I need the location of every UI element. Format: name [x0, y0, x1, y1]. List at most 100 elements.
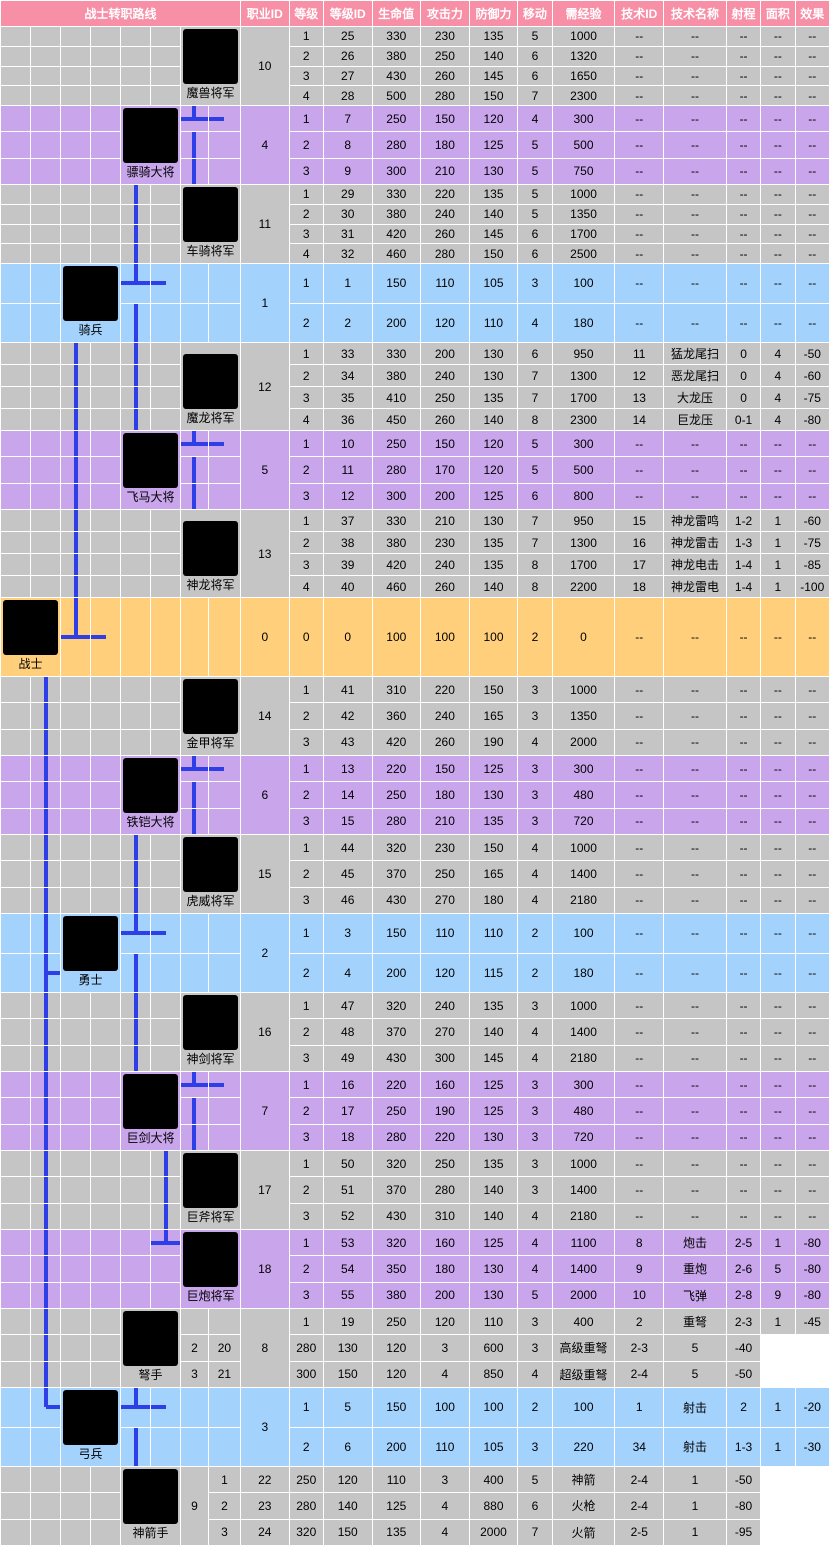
cell-ar: -- [761, 457, 794, 482]
cell-lv: 2 [290, 532, 323, 553]
cell-atk: 260 [421, 67, 469, 86]
cell-def: 135 [373, 1520, 421, 1545]
connector [1, 730, 30, 755]
connector [61, 1309, 90, 1334]
cell-rg: 1-4 [727, 576, 760, 597]
cell-mv: 4 [518, 304, 551, 343]
cell-tid: -- [615, 703, 663, 728]
cell-tid: -- [615, 106, 663, 131]
cell-ar: -- [761, 1098, 794, 1123]
cell-lv: 4 [290, 86, 323, 105]
cell-tn: 重炮 [664, 1256, 726, 1281]
cell-lv: 2 [290, 782, 323, 807]
cell-tn: -- [664, 67, 726, 86]
connector [209, 1072, 240, 1097]
cell-rg: 2-3 [615, 1335, 663, 1360]
connector [91, 225, 120, 244]
cell-ar: -- [761, 225, 794, 244]
cell-mv: 7 [518, 86, 551, 105]
cell-rg: -- [727, 205, 760, 224]
connector [181, 304, 208, 343]
cell-tid: 5 [518, 1467, 551, 1492]
unit-cell: 巨斧将军 [181, 1151, 240, 1229]
connector [91, 1072, 120, 1097]
connector [31, 409, 60, 430]
unit-icon [183, 1153, 238, 1208]
cell-mv: 3 [421, 1467, 469, 1492]
cell-tn: 火箭 [553, 1520, 615, 1545]
cell-lid: 40 [324, 576, 372, 597]
connector [1, 1362, 30, 1387]
cell-tid: -- [615, 782, 663, 807]
connector [151, 1204, 180, 1229]
cell-lv: 2 [290, 1177, 323, 1202]
data-row: 42850028015072300---------- [1, 86, 829, 105]
cell-lv: 1 [290, 510, 323, 531]
cell-lv: 3 [290, 159, 323, 184]
cell-lid: 45 [324, 861, 372, 886]
cell-def: 135 [470, 185, 518, 204]
unit-name: 神剑将军 [183, 1050, 238, 1067]
connector [121, 730, 150, 755]
connector [181, 809, 208, 834]
connector [31, 1467, 60, 1492]
connector [61, 387, 90, 408]
cell-def: 135 [470, 1151, 518, 1176]
connector [61, 185, 90, 204]
cell-tid: -- [615, 1151, 663, 1176]
cell-ar: -- [761, 185, 794, 204]
cell-tn: -- [664, 1125, 726, 1150]
connector [31, 576, 60, 597]
connector [181, 1388, 208, 1427]
cell-ef: -80 [796, 1256, 829, 1281]
cell-ar: -- [761, 27, 794, 46]
data-row: 金甲将军1414131022015031000---------- [1, 677, 829, 702]
cell-ef: -- [796, 205, 829, 224]
unit-name: 勇士 [63, 971, 118, 988]
connector [151, 1177, 180, 1202]
cell-mv: 3 [518, 1125, 551, 1150]
cell-def: 135 [470, 27, 518, 46]
connector [121, 67, 150, 86]
cell-lid: 2 [324, 304, 372, 343]
cell-exp: 300 [553, 756, 615, 781]
connector [1, 782, 30, 807]
cell-mv: 3 [518, 1177, 551, 1202]
connector [1, 1520, 30, 1545]
cell-ar: -- [761, 1204, 794, 1229]
cell-ef: -- [796, 1125, 829, 1150]
connector [31, 756, 60, 781]
connector [1, 264, 30, 303]
cell-tn: -- [664, 484, 726, 509]
connector [91, 159, 120, 184]
cell-ar: -- [761, 244, 794, 263]
cell-hp: 420 [373, 554, 421, 575]
connector [91, 1493, 120, 1518]
cell-mv: 8 [518, 576, 551, 597]
cell-hp: 430 [373, 1046, 421, 1071]
cell-ef: -40 [727, 1335, 760, 1360]
cell-ef: -- [796, 730, 829, 755]
cell-lid: 28 [324, 86, 372, 105]
cell-atk: 120 [421, 1309, 469, 1334]
data-row: 3394202401358170017神龙电击1-41-85 [1, 554, 829, 575]
cell-tn: -- [664, 1204, 726, 1229]
connector [151, 67, 180, 86]
connector [91, 1204, 120, 1229]
connector [1, 888, 30, 913]
connector [209, 756, 240, 781]
cell-atk: 210 [421, 159, 469, 184]
cell-mv: 3 [518, 809, 551, 834]
connector [91, 1256, 120, 1281]
cell-hp: 320 [373, 1230, 421, 1255]
connector [151, 532, 180, 553]
unit-icon [183, 29, 238, 84]
cell-hp: 250 [373, 1098, 421, 1123]
cell-def: 100 [470, 1388, 518, 1427]
unit-name: 骑兵 [63, 321, 118, 338]
cell-exp: 2000 [553, 730, 615, 755]
connector [1, 703, 30, 728]
cell-exp: 1000 [553, 677, 615, 702]
cell-ar: -- [761, 756, 794, 781]
connector [1, 1019, 30, 1044]
